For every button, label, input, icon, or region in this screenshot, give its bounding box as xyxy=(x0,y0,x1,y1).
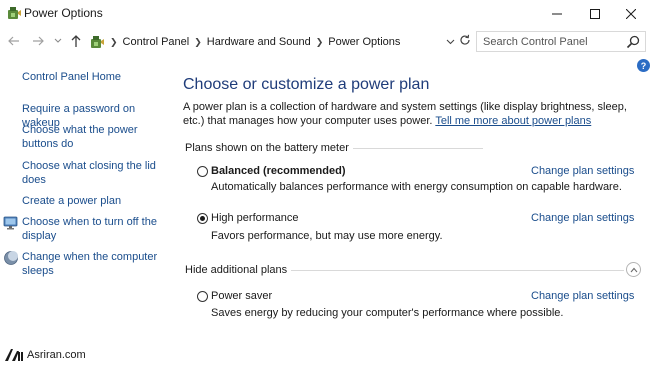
close-button[interactable] xyxy=(612,0,650,27)
refresh-icon xyxy=(460,34,470,45)
chevron-down-icon xyxy=(54,38,62,43)
plan-description-high-performance: Favors performance, but may use more ene… xyxy=(211,230,443,242)
sidebar-item-label: does xyxy=(22,174,46,186)
radio-power-saver[interactable] xyxy=(197,291,208,302)
breadcrumb-power-options[interactable]: Power Options xyxy=(328,36,400,48)
maximize-icon xyxy=(590,8,600,19)
breadcrumb-hardware-and-sound[interactable]: Hardware and Sound xyxy=(207,36,311,48)
power-options-app-icon xyxy=(8,7,21,19)
window-title: Power Options xyxy=(24,6,103,20)
sidebar-item-control-panel-home[interactable]: Control Panel Home xyxy=(22,70,121,84)
sidebar-item-label: Choose what the power xyxy=(22,124,138,136)
plan-description-balanced: Automatically balances performance with … xyxy=(211,181,622,193)
sidebar-item-label: Change when the computer xyxy=(22,251,158,263)
power-options-location-icon xyxy=(91,36,104,48)
sidebar-item-closing-lid[interactable]: Choose what closing the lid does xyxy=(22,159,156,187)
plan-name-power-saver[interactable]: Power saver xyxy=(211,290,272,302)
minimize-button[interactable] xyxy=(538,0,576,27)
up-arrow-icon xyxy=(71,35,81,47)
back-arrow-icon xyxy=(8,36,19,46)
sidebar-item-computer-sleeps[interactable]: Change when the computer sleeps xyxy=(22,250,157,278)
recent-locations-button[interactable] xyxy=(50,32,66,50)
sidebar-item-label: Create a power plan xyxy=(22,195,122,207)
minimize-icon xyxy=(552,13,562,14)
plan-name-balanced[interactable]: Balanced (recommended) xyxy=(211,165,345,177)
address-bar[interactable]: ❯ Control Panel ❯ Hardware and Sound ❯ P… xyxy=(86,31,474,53)
change-plan-settings-high-performance-link[interactable]: Change plan settings xyxy=(531,212,634,224)
search-input[interactable]: Search Control Panel xyxy=(483,36,625,48)
refresh-button[interactable] xyxy=(457,31,473,49)
moon-icon xyxy=(4,251,18,265)
asriran-logo-icon xyxy=(5,349,23,361)
watermark: Asriran.com xyxy=(4,346,86,364)
up-button[interactable] xyxy=(68,32,84,50)
sidebar-item-label: Choose when to turn off the xyxy=(22,216,157,228)
sidebar: Control Panel Home Require a password on… xyxy=(0,56,172,346)
help-icon: ? xyxy=(640,60,647,71)
sidebar-item-create-power-plan[interactable]: Create a power plan xyxy=(22,194,121,208)
group-divider xyxy=(333,148,483,149)
change-plan-settings-balanced-link[interactable]: Change plan settings xyxy=(531,165,634,177)
monitor-icon xyxy=(3,216,18,230)
title-bar: Power Options xyxy=(0,0,650,27)
search-box[interactable]: Search Control Panel xyxy=(476,31,646,52)
radio-high-performance[interactable] xyxy=(197,213,208,224)
change-plan-settings-power-saver-link[interactable]: Change plan settings xyxy=(531,290,634,302)
sidebar-item-label: display xyxy=(22,230,57,242)
address-history-button[interactable] xyxy=(446,38,455,47)
radio-balanced[interactable] xyxy=(197,166,208,177)
maximize-button[interactable] xyxy=(576,0,614,27)
chevron-down-icon xyxy=(446,39,455,45)
close-icon xyxy=(626,8,636,19)
plan-description-power-saver: Saves energy by reducing your computer's… xyxy=(211,307,564,319)
sidebar-item-label: Choose what closing the lid xyxy=(22,160,156,172)
sidebar-item-label: sleeps xyxy=(22,265,54,277)
search-icon[interactable] xyxy=(625,34,641,50)
breadcrumb-separator-icon[interactable]: ❯ xyxy=(316,37,324,48)
intro-paragraph: A power plan is a collection of hardware… xyxy=(183,100,635,128)
breadcrumb-separator-icon[interactable]: ❯ xyxy=(194,37,202,48)
breadcrumb-control-panel[interactable]: Control Panel xyxy=(123,36,190,48)
sidebar-item-turn-off-display[interactable]: Choose when to turn off the display xyxy=(22,215,157,243)
page-title: Choose or customize a power plan xyxy=(183,76,430,93)
group-divider xyxy=(287,270,624,271)
sidebar-item-power-buttons[interactable]: Choose what the power buttons do xyxy=(22,123,138,151)
watermark-text: Asriran.com xyxy=(27,349,86,361)
help-button[interactable]: ? xyxy=(637,59,650,72)
collapse-plans-button[interactable] xyxy=(626,262,641,277)
back-button[interactable] xyxy=(6,32,22,50)
forward-arrow-icon xyxy=(33,36,44,46)
chevron-up-icon xyxy=(630,267,637,272)
group-label-battery-meter: Plans shown on the battery meter xyxy=(185,142,353,154)
breadcrumb-separator-icon[interactable]: ❯ xyxy=(110,37,118,48)
plan-name-high-performance[interactable]: High performance xyxy=(211,212,298,224)
learn-more-link[interactable]: Tell me more about power plans xyxy=(435,115,591,127)
group-label-hide-additional-plans[interactable]: Hide additional plans xyxy=(185,264,292,276)
forward-button[interactable] xyxy=(30,32,46,50)
sidebar-item-label: buttons do xyxy=(22,138,74,150)
